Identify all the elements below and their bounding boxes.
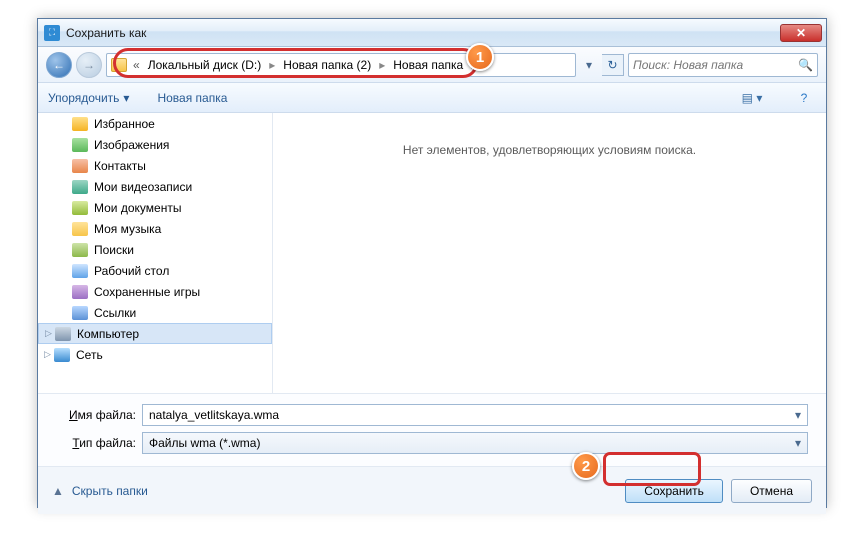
star-icon [72,117,88,131]
empty-message: Нет элементов, удовлетворяющих условиям … [403,143,696,157]
hide-folders-link[interactable]: Скрыть папки [72,484,148,498]
bottom-bar: ▲ Скрыть папки Сохранить Отмена [38,466,826,514]
pictures-icon [72,138,88,152]
folder-icon [111,58,127,72]
search-icon[interactable]: 🔍 [798,58,813,72]
refresh-button[interactable]: ↻ [602,54,624,76]
chevron-down-icon[interactable]: ▾ [795,436,801,450]
body: Избранное Изображения Контакты Мои видео… [38,113,826,393]
breadcrumb-item[interactable]: Локальный диск (D:) [142,54,268,76]
filename-input[interactable]: natalya_vetlitskaya.wma▾ [142,404,808,426]
breadcrumb-item[interactable]: Новая папка (2) [277,54,377,76]
contacts-icon [72,159,88,173]
music-icon [72,222,88,236]
address-bar[interactable]: « Локальный диск (D:) ▸ Новая папка (2) … [106,53,576,77]
chevron-down-icon[interactable]: ▾ [795,408,801,422]
save-as-dialog: ⛶ Сохранить как ✕ ← → « Локальный диск (… [37,18,827,508]
organize-menu[interactable]: Упорядочить ▾ [48,91,129,105]
tree-item-music[interactable]: Моя музыка [38,218,272,239]
tree-item-videos[interactable]: Мои видеозаписи [38,176,272,197]
tree-item-contacts[interactable]: Контакты [38,155,272,176]
filetype-select[interactable]: Файлы wma (*.wma)▾ [142,432,808,454]
search-box[interactable]: 🔍 [628,53,818,77]
tree-item-network[interactable]: Сеть [38,344,272,365]
help-button[interactable]: ? [792,87,816,109]
view-button[interactable]: ▤ ▾ [740,87,764,109]
tree-item-links[interactable]: Ссылки [38,302,272,323]
tree-item-saved-games[interactable]: Сохраненные игры [38,281,272,302]
toolbar: Упорядочить ▾ Новая папка ▤ ▾ ? [38,83,826,113]
close-button[interactable]: ✕ [780,24,822,42]
nav-row: ← → « Локальный диск (D:) ▸ Новая папка … [38,47,826,83]
breadcrumb-item[interactable]: Новая папка [387,54,469,76]
tree-item-favorites[interactable]: Избранное [38,113,272,134]
forward-button[interactable]: → [76,52,102,78]
chevron-right-icon: ▸ [377,58,387,72]
nav-tree[interactable]: Избранное Изображения Контакты Мои видео… [38,113,273,393]
window-title: Сохранить как [66,26,780,40]
chevron-right-icon: ▸ [267,58,277,72]
computer-icon [55,327,71,341]
address-dropdown[interactable]: ▾ [580,58,598,72]
saved-games-icon [72,285,88,299]
network-icon [54,348,70,362]
filetype-label: Тип файла: [56,436,136,450]
chevron-down-icon: ▾ [123,91,129,105]
file-fields: Имя файла: natalya_vetlitskaya.wma▾ Тип … [38,393,826,466]
annotation-marker-2: 2 [572,452,600,480]
cancel-button[interactable]: Отмена [731,479,812,503]
tree-item-computer[interactable]: Компьютер [38,323,272,344]
save-button[interactable]: Сохранить [625,479,723,503]
search-input[interactable] [633,58,798,72]
back-button[interactable]: ← [46,52,72,78]
search-folder-icon [72,243,88,257]
annotation-marker-1: 1 [466,43,494,71]
tree-item-desktop[interactable]: Рабочий стол [38,260,272,281]
new-folder-button[interactable]: Новая папка [157,91,227,105]
tree-item-searches[interactable]: Поиски [38,239,272,260]
documents-icon [72,201,88,215]
app-icon: ⛶ [44,25,60,41]
desktop-icon [72,264,88,278]
overflow-icon[interactable]: « [131,58,142,72]
titlebar: ⛶ Сохранить как ✕ [38,19,826,47]
tree-item-documents[interactable]: Мои документы [38,197,272,218]
chevron-up-icon: ▲ [52,484,64,498]
tree-item-pictures[interactable]: Изображения [38,134,272,155]
file-list: Нет элементов, удовлетворяющих условиям … [273,113,826,393]
filename-label: Имя файла: [56,408,136,422]
links-icon [72,306,88,320]
video-icon [72,180,88,194]
